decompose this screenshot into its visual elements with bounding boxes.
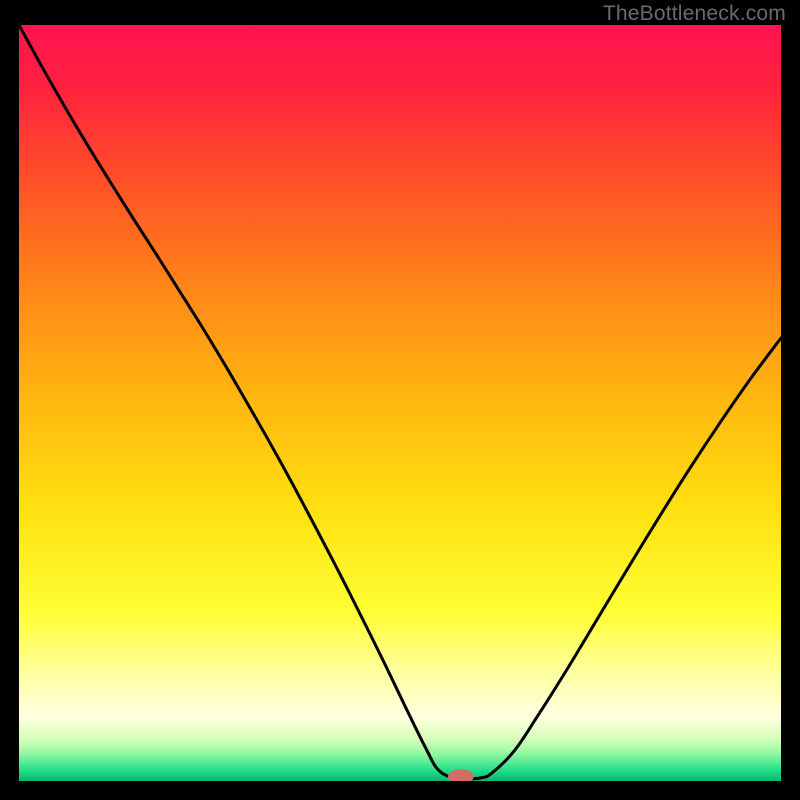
plot-area (19, 25, 781, 781)
chart-frame: TheBottleneck.com (0, 0, 800, 800)
watermark-text: TheBottleneck.com (603, 2, 786, 26)
gradient-background (19, 25, 781, 781)
bottleneck-chart (19, 25, 781, 781)
